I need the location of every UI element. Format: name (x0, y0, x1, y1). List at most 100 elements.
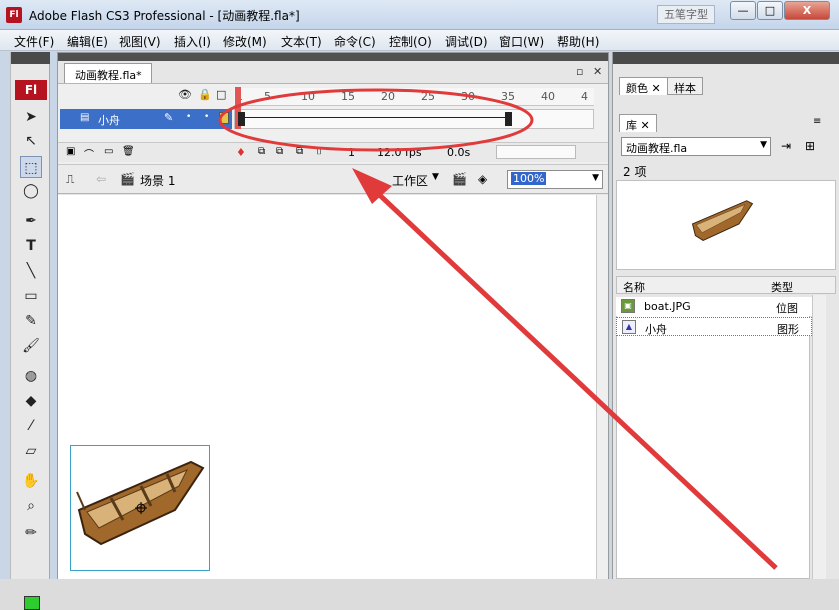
timeline-toggle-icon[interactable]: ⎍ (66, 172, 74, 187)
keyframe-start[interactable] (238, 112, 245, 126)
stage-vertical-scrollbar[interactable] (596, 195, 608, 579)
flash-window: Fl Adobe Flash CS3 Professional - [动画教程.… (0, 0, 839, 610)
scene-clapper-icon: 🎬 (120, 172, 135, 186)
pen-tool-icon[interactable]: ✒ (20, 210, 42, 232)
workspace-chevron-icon[interactable]: ▼ (432, 172, 439, 182)
list-item[interactable]: ▣ boat.JPG 位图 (616, 297, 812, 316)
timeline-footer: ▣ ⌒ ▭ 🗑 ♦ ⧉ ⧉ ⧉ ⌷ 1 12.0 fps 0.0s (58, 142, 608, 162)
lock-icon[interactable]: 🔒 (198, 88, 212, 101)
outline-color-box[interactable] (219, 112, 229, 124)
motion-tween-arrow (241, 117, 509, 118)
library-preview (616, 180, 836, 270)
library-list (616, 312, 810, 579)
subselection-tool-icon[interactable]: ↖ (20, 130, 42, 152)
library-chevron-icon[interactable]: ▼ (760, 140, 767, 150)
workspace-dropdown[interactable]: 工作区 (392, 172, 428, 189)
col-name[interactable]: 名称 (623, 279, 645, 295)
brush-tool-icon[interactable]: 🖌 (20, 335, 42, 357)
lock-dot[interactable]: • (204, 112, 209, 122)
menu-modify[interactable]: 修改(M) (223, 33, 267, 50)
panels-grip[interactable] (613, 52, 839, 64)
edit-multiple-icon[interactable]: ⧉ (296, 146, 303, 157)
insert-folder-icon[interactable]: ▭ (104, 146, 113, 157)
line-tool-icon[interactable]: ╲ (20, 260, 42, 282)
hand-tool-icon[interactable]: ✋ (20, 470, 42, 492)
layer-row[interactable]: ▤ 小舟 ✎ • • (60, 109, 232, 129)
stroke-color-icon[interactable]: ✏ (20, 522, 42, 544)
minimize-button[interactable]: — (730, 1, 756, 20)
document-tab[interactable]: 动画教程.fla* (64, 63, 152, 83)
delete-layer-icon[interactable]: 🗑 (122, 146, 135, 157)
col-type[interactable]: 类型 (771, 279, 793, 295)
visibility-dot[interactable]: • (186, 112, 191, 122)
menu-help[interactable]: 帮助(H) (557, 33, 599, 50)
panel-menu-icon[interactable]: ≡ (813, 116, 821, 127)
back-arrow-icon[interactable]: ⇦ (96, 172, 106, 186)
document-grip[interactable] (58, 53, 608, 61)
fill-color-swatch[interactable] (24, 596, 40, 610)
center-frame-icon[interactable]: ♦ (236, 146, 246, 159)
watermark-logo: 五笔字型 (657, 5, 715, 24)
menu-file[interactable]: 文件(F) (14, 33, 54, 50)
zoom-tool-icon[interactable]: ⌕ (20, 495, 42, 517)
pin-library-icon[interactable]: ⇥ (781, 139, 791, 153)
edit-symbols-icon[interactable]: ◈ (478, 172, 487, 186)
menu-insert[interactable]: 插入(I) (174, 33, 211, 50)
tools-panel: Fl ➤ ↖ ⬚ ◯ ✒ T ╲ ▭ ✎ 🖌 ◍ ◆ ⁄ ▱ ✋ ⌕ ✏ (10, 52, 50, 610)
frame-ruler[interactable]: 1 5 10 15 20 25 30 35 40 4 (234, 88, 594, 106)
text-tool-icon[interactable]: T (20, 235, 42, 257)
tab-library[interactable]: 库 ✕ (619, 114, 657, 132)
menu-debug[interactable]: 调试(D) (445, 33, 488, 50)
bitmap-icon: ▣ (621, 299, 635, 313)
lasso-tool-icon[interactable]: ◯ (20, 180, 42, 202)
tab-color[interactable]: 颜色 ✕ (619, 77, 668, 95)
window-title: Adobe Flash CS3 Professional - [动画教程.fla… (29, 9, 300, 23)
menu-commands[interactable]: 命令(C) (334, 33, 376, 50)
frame-strip[interactable] (234, 109, 594, 129)
ruler-tick: 25 (421, 90, 435, 103)
right-panels: 颜色 ✕ 样本 库 ✕ ≡ 动画教程.fla ▼ ⇥ ⊞ 2 项 名称 类型 ▣… (612, 52, 839, 579)
layer-page-icon: ▤ (80, 112, 90, 123)
pencil-tool-icon[interactable]: ✎ (20, 310, 42, 332)
edit-scene-icon[interactable]: 🎬 (452, 172, 467, 186)
timeline-panel: 👁 🔒 □ 1 5 10 15 20 25 30 35 40 4 ▤ 小舟 ✎ … (58, 83, 608, 168)
zoom-chevron-icon[interactable]: ▼ (592, 173, 599, 183)
zoom-select[interactable]: 100% ▼ (507, 170, 603, 189)
tools-panel-grip[interactable] (11, 52, 50, 64)
menu-window[interactable]: 窗口(W) (499, 33, 544, 50)
tab-swatches[interactable]: 样本 (667, 77, 703, 95)
restore-doc-icon[interactable]: ▫ (576, 65, 583, 78)
close-button[interactable]: X (784, 1, 830, 20)
eye-icon[interactable]: 👁 (178, 88, 192, 101)
boat-symbol-instance[interactable] (70, 445, 210, 571)
menu-view[interactable]: 视图(V) (119, 33, 161, 50)
keyframe-end[interactable] (505, 112, 512, 126)
menu-control[interactable]: 控制(O) (389, 33, 432, 50)
library-document-select[interactable]: 动画教程.fla ▼ (621, 137, 771, 156)
paint-bucket-tool-icon[interactable]: ◆ (20, 390, 42, 412)
eyedropper-tool-icon[interactable]: ⁄ (20, 415, 42, 437)
new-library-icon[interactable]: ⊞ (805, 139, 815, 153)
outline-icon[interactable]: □ (216, 88, 226, 101)
menu-bar: 文件(F) 编辑(E) 视图(V) 插入(I) 修改(M) 文本(T) 命令(C… (0, 30, 839, 51)
menu-edit[interactable]: 编辑(E) (67, 33, 108, 50)
rectangle-tool-icon[interactable]: ▭ (20, 285, 42, 307)
maximize-button[interactable]: □ (757, 1, 783, 20)
document-panel: 动画教程.fla* ▫ ✕ 👁 🔒 □ 1 5 10 15 20 25 30 3… (57, 52, 609, 579)
list-item[interactable]: ▲ 小舟 图形 (616, 317, 812, 336)
item-type: 位图 (776, 302, 798, 315)
library-scrollbar[interactable] (812, 295, 826, 579)
modify-markers-icon[interactable]: ⌷ (316, 146, 322, 157)
onion-skin-icon[interactable]: ⧉ (258, 146, 265, 157)
close-doc-icon[interactable]: ✕ (593, 65, 602, 78)
menu-text[interactable]: 文本(T) (281, 33, 322, 50)
onion-outline-icon[interactable]: ⧉ (276, 146, 283, 157)
motion-guide-icon[interactable]: ⌒ (84, 146, 94, 161)
selection-tool-icon[interactable]: ➤ (20, 106, 42, 128)
timeline-hscroll[interactable] (496, 145, 576, 159)
eraser-tool-icon[interactable]: ▱ (20, 440, 42, 462)
ink-bottle-tool-icon[interactable]: ◍ (20, 365, 42, 387)
insert-layer-icon[interactable]: ▣ (66, 146, 75, 157)
free-transform-tool-icon[interactable]: ⬚ (20, 156, 42, 178)
ruler-tick: 40 (541, 90, 555, 103)
